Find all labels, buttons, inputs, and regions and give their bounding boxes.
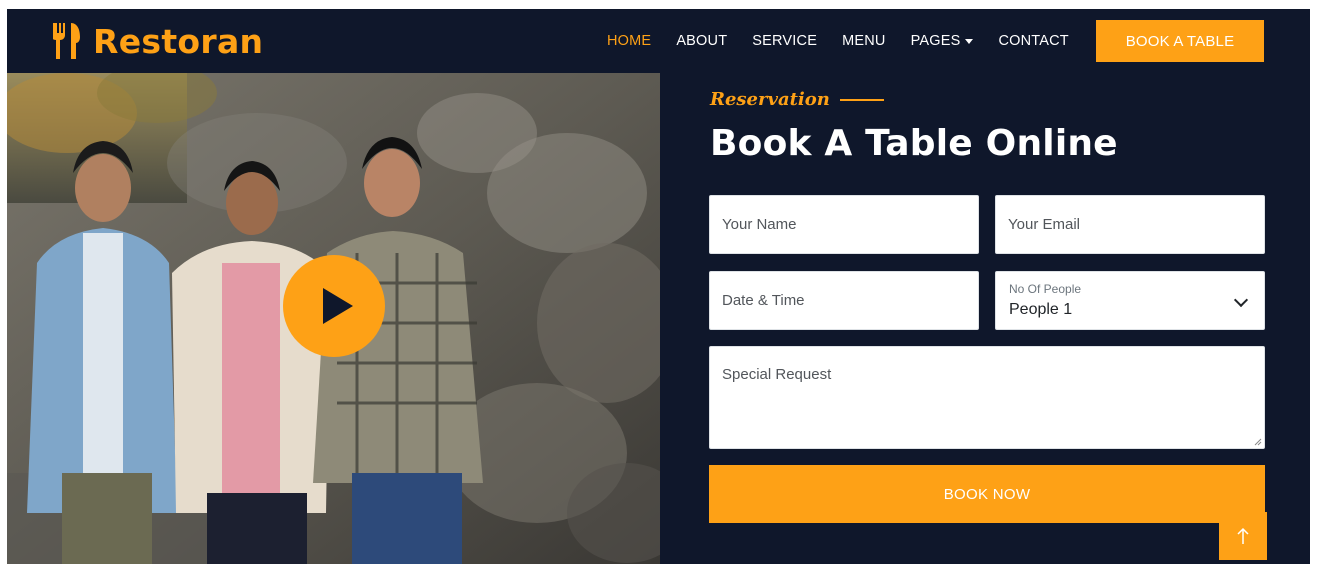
reservation-subtitle: Reservation xyxy=(710,89,884,110)
caret-down-icon xyxy=(965,38,974,44)
page-frame: Restoran HOME ABOUT SERVICE MENU PAGES C… xyxy=(7,9,1310,564)
nav-about[interactable]: ABOUT xyxy=(676,33,727,49)
name-field[interactable] xyxy=(709,195,979,254)
nav-service[interactable]: SERVICE xyxy=(752,33,817,49)
people-select-value: People 1 xyxy=(1009,301,1073,318)
datetime-field[interactable] xyxy=(709,271,979,330)
people-select[interactable]: No Of People People 1 xyxy=(995,271,1265,330)
special-request-field[interactable] xyxy=(709,346,1265,449)
email-input[interactable] xyxy=(996,196,1264,253)
name-input[interactable] xyxy=(710,196,978,253)
subtitle-underline xyxy=(839,98,884,101)
nav-pages-label: PAGES xyxy=(910,33,961,49)
back-to-top-button[interactable] xyxy=(1219,512,1267,560)
navbar: Restoran HOME ABOUT SERVICE MENU PAGES C… xyxy=(7,9,1310,73)
reservation-subtitle-text: Reservation xyxy=(710,89,830,110)
brand-name: Restoran xyxy=(93,21,264,61)
email-field[interactable] xyxy=(995,195,1265,254)
brand-logo[interactable]: Restoran xyxy=(53,19,263,63)
nav-contact[interactable]: CONTACT xyxy=(998,33,1068,49)
chevron-down-icon xyxy=(1233,292,1249,308)
utensils-icon xyxy=(53,23,80,59)
nav-menu-link[interactable]: MENU xyxy=(842,33,886,49)
book-a-table-button[interactable]: BOOK A TABLE xyxy=(1096,20,1264,62)
nav-menu: HOME ABOUT SERVICE MENU PAGES CONTACT xyxy=(607,9,1094,73)
arrow-up-icon xyxy=(1237,527,1249,544)
video-thumbnail xyxy=(7,73,660,564)
play-video-button[interactable] xyxy=(283,255,385,357)
datetime-input[interactable] xyxy=(710,272,978,329)
play-icon xyxy=(323,288,353,324)
special-request-textarea[interactable] xyxy=(710,347,1264,448)
nav-pages-dropdown[interactable]: PAGES xyxy=(911,33,974,49)
reservation-title: Book A Table Online xyxy=(710,123,1118,164)
people-select-label: No Of People xyxy=(1009,282,1082,296)
nav-home[interactable]: HOME xyxy=(607,33,651,49)
book-now-button[interactable]: BOOK NOW xyxy=(709,465,1265,523)
resize-grip-icon[interactable] xyxy=(1254,438,1262,446)
